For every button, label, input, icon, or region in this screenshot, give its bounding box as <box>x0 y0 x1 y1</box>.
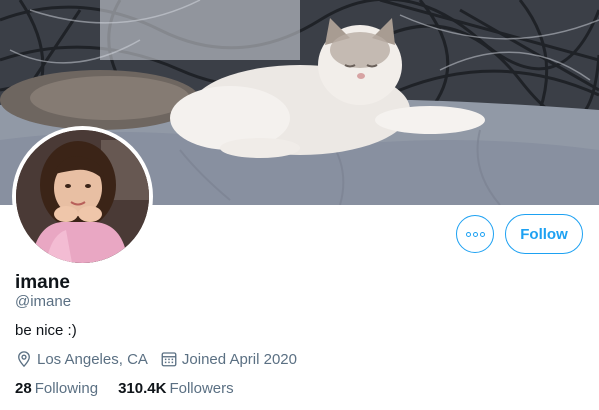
followers-label: Followers <box>169 380 234 397</box>
follow-button[interactable]: Follow <box>505 214 583 254</box>
display-name: imane <box>15 272 70 293</box>
location: Los Angeles, CA <box>15 350 148 368</box>
bio: be nice :) <box>15 322 77 339</box>
following-label: Following <box>34 380 99 397</box>
location-text: Los Angeles, CA <box>37 350 148 368</box>
calendar-icon <box>161 352 177 367</box>
avatar-image <box>16 130 149 263</box>
more-options-icon <box>465 231 485 237</box>
following-count: 28 <box>15 380 32 397</box>
profile-stats: 28 Following 310.4K Followers <box>15 380 254 397</box>
profile-meta: Los Angeles, CA Joined April 2020 <box>15 350 309 368</box>
join-date-text: Joined April 2020 <box>181 350 297 368</box>
user-handle: @imane <box>15 293 72 310</box>
join-date: Joined April 2020 <box>160 350 297 368</box>
following-link[interactable]: 28 Following <box>15 380 98 397</box>
followers-link[interactable]: 310.4K Followers <box>118 380 234 397</box>
avatar[interactable] <box>12 126 153 267</box>
location-pin-icon <box>18 351 30 368</box>
followers-count: 310.4K <box>118 380 167 397</box>
more-options-button[interactable] <box>456 215 494 253</box>
